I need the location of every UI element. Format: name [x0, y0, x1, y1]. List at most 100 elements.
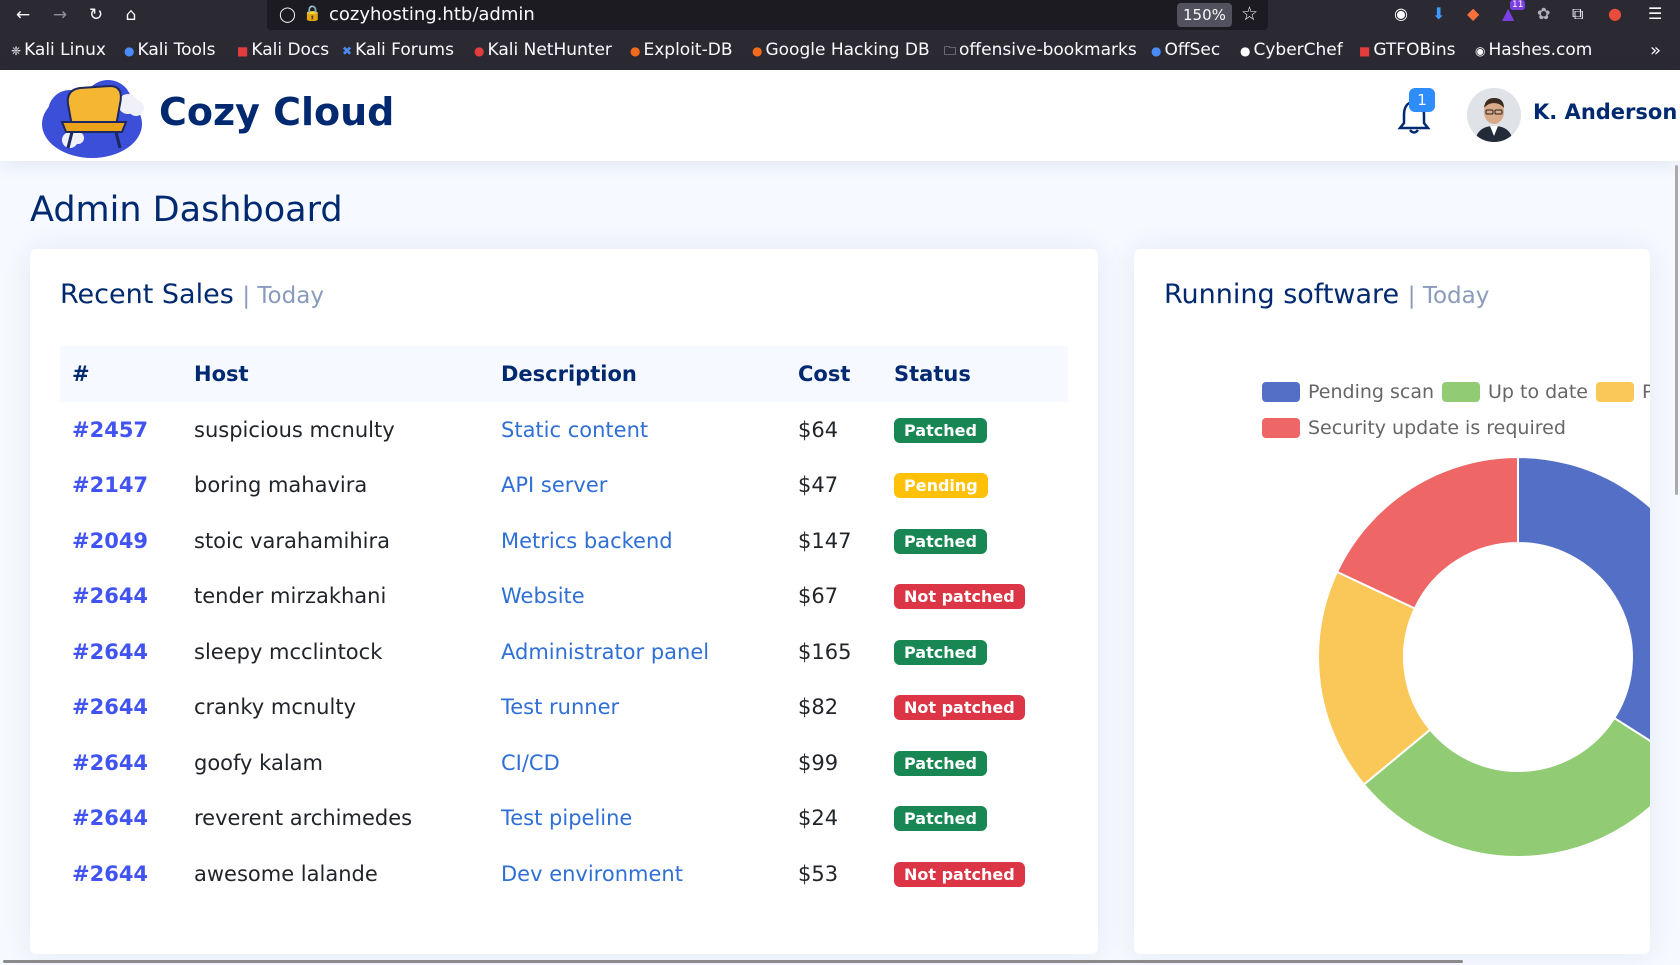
cost-cell: $82: [786, 680, 882, 736]
description-link[interactable]: CI/CD: [501, 751, 560, 775]
extensions-icon[interactable]: ⧉: [1572, 4, 1583, 24]
description-link[interactable]: Administrator panel: [501, 640, 709, 664]
bookmark-kali-nethunter[interactable]: ● Kali NetHunter: [474, 40, 612, 60]
foxyproxy-icon[interactable]: ◆: [1467, 4, 1479, 23]
description-link[interactable]: Static content: [501, 418, 648, 442]
status-cell: Not patched: [882, 846, 1068, 902]
bookmark-hashes-com[interactable]: ◉ Hashes.com: [1475, 40, 1592, 60]
host-cell: awesome lalande: [194, 861, 378, 886]
cost-cell: $47: [798, 473, 839, 498]
cookie-editor-icon[interactable]: ●: [1608, 4, 1622, 23]
cozy-cloud-logo[interactable]: [40, 74, 146, 160]
brand-name[interactable]: Cozy Cloud: [159, 90, 394, 134]
bookmark-kali-forums[interactable]: ✖ Kali Forums: [342, 40, 454, 60]
order-id-link[interactable]: #2644: [72, 751, 148, 775]
bookmarks-overflow-icon[interactable]: »: [1650, 40, 1661, 61]
description-cell: Metrics backend: [489, 513, 786, 569]
kali-tools-icon: ●: [124, 44, 135, 58]
bookmark-offensive-bookmarks[interactable]: 🗀 offensive-bookmarks: [944, 40, 1137, 63]
puzzle-icon[interactable]: ✿: [1537, 4, 1550, 23]
column-header-status[interactable]: Status: [882, 346, 1068, 402]
vertical-scrollbar[interactable]: [1675, 165, 1678, 495]
home-icon[interactable]: ⌂: [119, 3, 143, 27]
column-header-cost[interactable]: Cost: [786, 346, 882, 402]
kali-forums-icon: ✖: [342, 44, 353, 58]
lock-icon[interactable]: 🔒: [303, 4, 322, 22]
user-name[interactable]: K. Anderson: [1533, 100, 1677, 124]
legend-swatch: [1442, 382, 1480, 402]
tracking-shield-icon[interactable]: ◯: [279, 5, 296, 23]
bookmark-google-hacking-db[interactable]: ● Google Hacking DB: [752, 40, 930, 60]
description-link[interactable]: API server: [501, 473, 607, 497]
description-link[interactable]: Test pipeline: [501, 806, 632, 830]
legend-swatch: [1596, 382, 1634, 402]
description-link[interactable]: Test runner: [501, 695, 619, 719]
order-id-link[interactable]: #2457: [72, 418, 148, 442]
description-cell: API server: [489, 458, 786, 514]
column-header-number[interactable]: #: [60, 346, 182, 402]
order-id-cell: #2644: [60, 791, 182, 847]
host-cell: tender mirzakhani: [194, 584, 387, 609]
order-id-link[interactable]: #2147: [72, 473, 148, 497]
description-link[interactable]: Website: [501, 584, 585, 608]
order-id-cell: #2644: [60, 846, 182, 902]
pocket-icon[interactable]: ◉: [1394, 4, 1408, 23]
legend-item-pending-scan[interactable]: Pending scan: [1262, 381, 1434, 403]
bookmark-kali-tools[interactable]: ● Kali Tools: [124, 40, 215, 60]
kali-docs-icon: ■: [237, 44, 249, 58]
legend-swatch: [1262, 382, 1300, 402]
cost-cell: $47: [786, 458, 882, 514]
bookmark-kali-linux[interactable]: ❈ Kali Linux: [11, 40, 106, 60]
description-link[interactable]: Dev environment: [501, 862, 683, 886]
order-id-link[interactable]: #2644: [72, 640, 148, 664]
order-id-link[interactable]: #2644: [72, 806, 148, 830]
menu-icon[interactable]: ☰: [1648, 4, 1662, 23]
back-icon[interactable]: ←: [11, 3, 35, 27]
cost-cell: $67: [786, 569, 882, 625]
order-id-link[interactable]: #2644: [72, 695, 148, 719]
donut-slice-pending-scan[interactable]: [1517, 455, 1650, 764]
zoom-level[interactable]: 150%: [1177, 3, 1232, 27]
description-link[interactable]: Metrics backend: [501, 529, 673, 553]
column-header-description[interactable]: Description: [489, 346, 786, 402]
bookmark-offsec[interactable]: ● OffSec: [1151, 40, 1220, 60]
downloads-icon[interactable]: ⬇: [1432, 4, 1445, 23]
cost-cell: $165: [798, 639, 852, 664]
host-cell: reverent archimedes: [194, 806, 413, 831]
extension-badge: 11: [1510, 0, 1526, 10]
forward-icon[interactable]: →: [48, 3, 72, 27]
description-cell: Static content: [489, 402, 786, 458]
url-bar[interactable]: ◯ 🔒 cozyhosting.htb/admin 150% ☆: [267, 0, 1268, 30]
host-cell: suspicious mcnulty: [194, 417, 395, 442]
table-header-row: # Host Description Cost Status: [60, 346, 1068, 402]
column-header-host[interactable]: Host: [182, 346, 489, 402]
table-row: #2049 stoic varahamihira Metrics backend $1…: [60, 513, 1068, 569]
reload-icon[interactable]: ↻: [84, 3, 108, 27]
bookmark-kali-docs[interactable]: ■ Kali Docs: [237, 40, 329, 60]
site-header: Cozy Cloud 1 K. Anderson: [0, 70, 1680, 161]
recent-sales-subtitle: | Today: [242, 283, 324, 309]
status-cell: Not patched: [882, 569, 1068, 625]
legend-item-pending[interactable]: Pen: [1596, 381, 1650, 403]
cost-cell: $24: [786, 791, 882, 847]
table-row: #2644 cranky mcnulty Test runner $82 Not pat…: [60, 680, 1068, 736]
avatar[interactable]: [1467, 88, 1521, 142]
status-cell: Not patched: [882, 680, 1068, 736]
gtfobins-icon: ■: [1359, 44, 1371, 58]
bookmark-star-icon[interactable]: ☆: [1241, 3, 1258, 25]
bookmark-exploit-db[interactable]: ● Exploit-DB: [630, 40, 732, 60]
url-text[interactable]: cozyhosting.htb/admin: [329, 4, 535, 25]
host-cell: stoic varahamihira: [182, 513, 489, 569]
status-badge: Pending: [894, 473, 988, 499]
order-id-link[interactable]: #2049: [72, 529, 148, 553]
order-id-link[interactable]: #2644: [72, 862, 148, 886]
legend-item-up-to-date[interactable]: Up to date: [1442, 381, 1588, 403]
horizontal-scrollbar[interactable]: [3, 960, 1463, 963]
cost-cell: $165: [786, 624, 882, 680]
status-cell: Pending: [882, 458, 1068, 514]
recent-sales-title: Recent Sales | Today: [60, 279, 324, 310]
bookmark-cyberchef[interactable]: ● CyberChef: [1240, 40, 1343, 60]
order-id-link[interactable]: #2644: [72, 584, 148, 608]
bookmark-gtfobins[interactable]: ■ GTFOBins: [1359, 40, 1455, 60]
page-title: Admin Dashboard: [30, 190, 343, 230]
